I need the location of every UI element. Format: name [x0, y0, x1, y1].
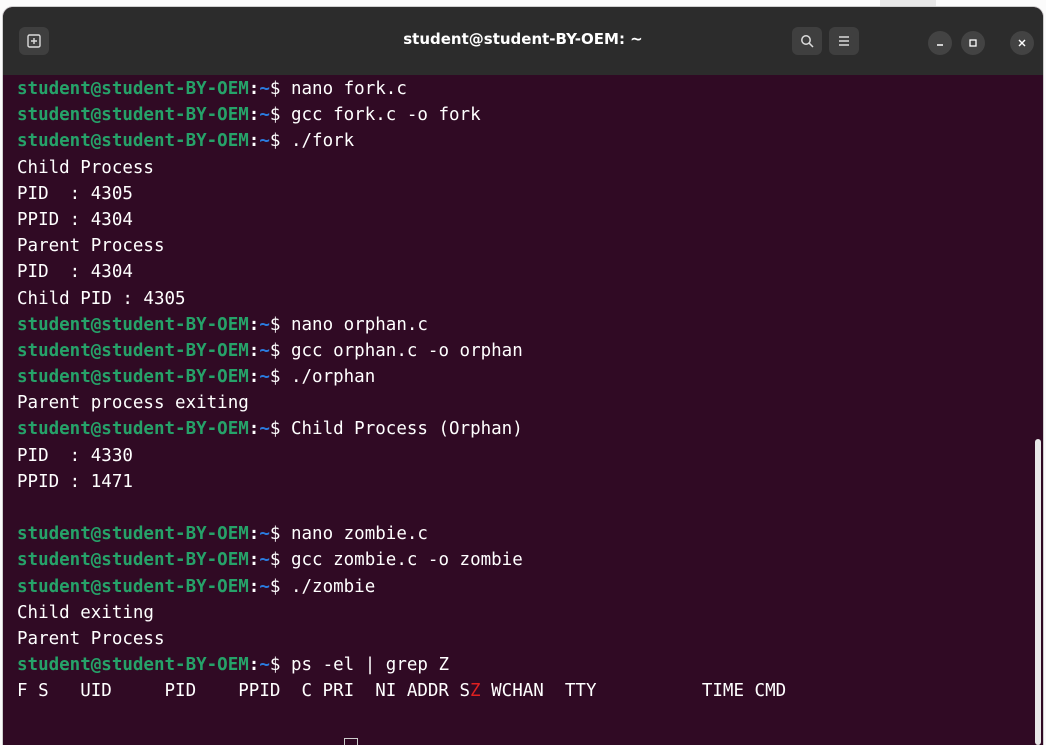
prompt-user-host: student@student-BY-OEM — [17, 314, 249, 335]
prompt-path: ~ — [259, 131, 270, 152]
scrollbar[interactable] — [1035, 439, 1041, 745]
terminal-window: student@student-BY-OEM: ~ student@studen… — [3, 7, 1043, 745]
prompt-separator: : — [248, 419, 260, 440]
prompt-separator: : — [248, 340, 260, 361]
output-line: PID : 4305 — [17, 183, 133, 204]
prompt-separator: : — [248, 524, 260, 545]
output-line: Child exiting — [17, 602, 154, 623]
prompt-separator: : — [248, 131, 260, 152]
command-text: ./orphan — [290, 367, 376, 388]
prompt-symbol: $ — [269, 655, 291, 676]
prompt-separator: : — [248, 314, 260, 335]
output-line: Child Process — [17, 157, 154, 178]
output-line: Child PID : 4305 — [17, 288, 186, 309]
command-text: ./fork — [290, 131, 355, 152]
prompt-line: student@student-BY-OEM:~$ nano fork.c — [17, 76, 1029, 102]
ps-header-part: WCHAN TTY TIME CMD — [480, 681, 787, 702]
command-text: nano zombie.c — [290, 524, 428, 545]
search-button[interactable] — [792, 27, 822, 55]
prompt-path: ~ — [259, 367, 270, 388]
text-cursor — [344, 738, 358, 745]
output-line: Parent process exiting — [17, 393, 249, 414]
prompt-line: student@student-BY-OEM:~$ ./orphan — [17, 364, 1029, 390]
prompt-symbol: $ — [269, 419, 291, 440]
close-button[interactable] — [1010, 31, 1034, 55]
prompt-symbol: $ — [269, 576, 291, 597]
prompt-user-host: student@student-BY-OEM — [17, 550, 249, 571]
output-line: PPID : 1471 — [17, 471, 133, 492]
menu-button[interactable] — [829, 27, 859, 55]
window-title: student@student-BY-OEM: ~ — [403, 30, 643, 48]
prompt-line: student@student-BY-OEM:~$ Child Process … — [17, 416, 1029, 442]
prompt-user-host: student@student-BY-OEM — [17, 105, 249, 126]
prompt-path: ~ — [259, 314, 270, 335]
command-text: Child Process (Orphan) — [290, 419, 523, 440]
prompt-user-host: student@student-BY-OEM — [17, 524, 249, 545]
minimize-button[interactable] — [928, 31, 952, 55]
prompt-line: student@student-BY-OEM:~$ gcc orphan.c -… — [17, 338, 1029, 364]
command-text: gcc orphan.c -o orphan — [290, 340, 523, 361]
prompt-user-host: student@student-BY-OEM — [17, 340, 249, 361]
prompt-symbol: $ — [269, 340, 291, 361]
prompt-symbol: $ — [269, 367, 291, 388]
grep-match-highlight: Z — [470, 681, 481, 702]
prompt-user-host: student@student-BY-OEM — [17, 131, 249, 152]
output-line: PID : 4304 — [17, 262, 133, 283]
prompt-symbol: $ — [269, 79, 291, 99]
prompt-separator: : — [248, 655, 260, 676]
command-text: ps -el | grep Z — [290, 655, 450, 676]
prompt-path: ~ — [259, 105, 270, 126]
prompt-path: ~ — [259, 419, 270, 440]
output-line: PID : 4330 — [17, 445, 133, 466]
prompt-line: student@student-BY-OEM:~$ nano zombie.c — [17, 521, 1029, 547]
prompt-user-host: student@student-BY-OEM — [17, 576, 249, 597]
prompt-line: student@student-BY-OEM:~$ gcc fork.c -o … — [17, 102, 1029, 128]
prompt-path: ~ — [259, 655, 270, 676]
prompt-symbol: $ — [269, 550, 291, 571]
prompt-line: student@student-BY-OEM:~$ ./zombie — [17, 574, 1029, 600]
prompt-separator: : — [248, 367, 260, 388]
prompt-user-host: student@student-BY-OEM — [17, 419, 249, 440]
prompt-symbol: $ — [269, 314, 291, 335]
terminal-output[interactable]: student@student-BY-OEM:~$ nano fork.c stu… — [17, 76, 1029, 745]
prompt-line: student@student-BY-OEM:~$ gcc zombie.c -… — [17, 547, 1029, 573]
prompt-user-host: student@student-BY-OEM — [17, 79, 249, 99]
output-line: PPID : 4304 — [17, 209, 133, 230]
command-text: gcc fork.c -o fork — [290, 105, 481, 126]
prompt-separator: : — [248, 105, 260, 126]
prompt-separator: : — [248, 576, 260, 597]
prompt-line: student@student-BY-OEM:~$ ps -el | grep … — [17, 652, 1029, 678]
prompt-path: ~ — [259, 340, 270, 361]
prompt-line: student@student-BY-OEM:~$ ./fork — [17, 128, 1029, 154]
prompt-path: ~ — [259, 79, 270, 99]
prompt-path: ~ — [259, 576, 270, 597]
output-line: Parent Process — [17, 628, 165, 649]
command-text: nano fork.c — [290, 79, 407, 99]
prompt-separator: : — [248, 550, 260, 571]
prompt-symbol: $ — [269, 524, 291, 545]
prompt-separator: : — [248, 79, 260, 99]
ps-header-part: F S UID PID PPID C PRI NI ADDR S — [17, 681, 471, 702]
output-line: Parent Process — [17, 236, 165, 257]
prompt-path: ~ — [259, 550, 270, 571]
prompt-line: student@student-BY-OEM:~$ nano orphan.c — [17, 312, 1029, 338]
prompt-symbol: $ — [269, 105, 291, 126]
prompt-user-host: student@student-BY-OEM — [17, 655, 249, 676]
ps-header-row: F S UID PID PPID C PRI NI ADDR SZ WCHAN … — [17, 678, 1029, 704]
maximize-button[interactable] — [961, 31, 985, 55]
prompt-path: ~ — [259, 524, 270, 545]
command-text: nano orphan.c — [290, 314, 428, 335]
prompt-symbol: $ — [269, 131, 291, 152]
command-text: gcc zombie.c -o zombie — [290, 550, 523, 571]
prompt-user-host: student@student-BY-OEM — [17, 367, 249, 388]
command-text: ./zombie — [290, 576, 376, 597]
title-bar: student@student-BY-OEM: ~ — [3, 7, 1043, 75]
